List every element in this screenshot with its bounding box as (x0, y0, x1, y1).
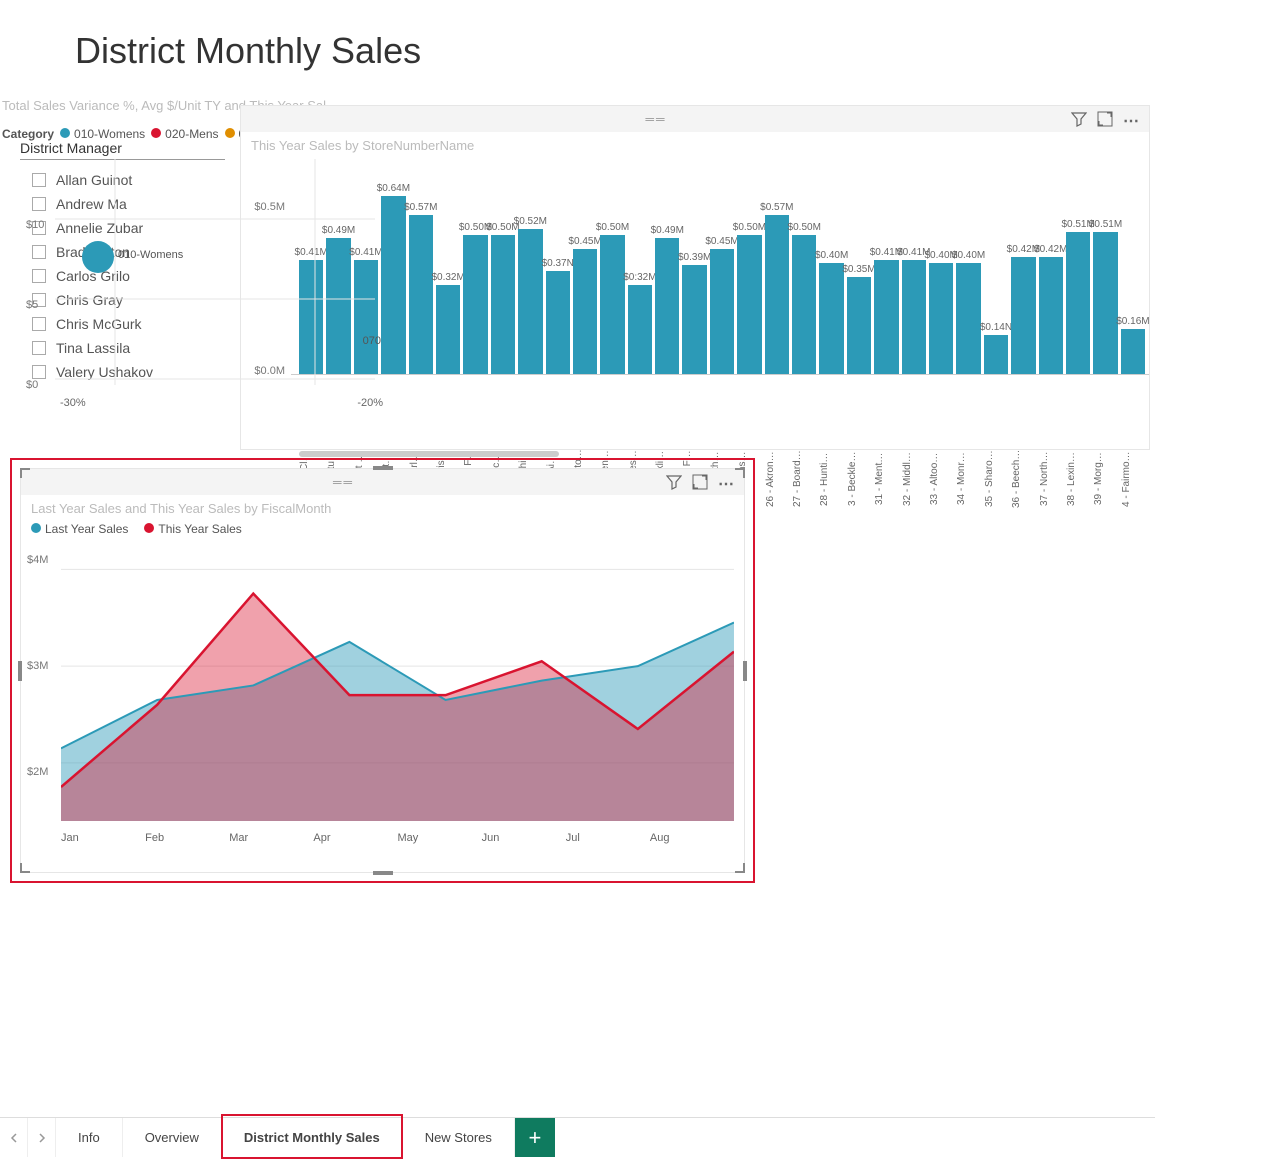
line-chart-legend[interactable]: Last Year Sales This Year Sales (21, 518, 744, 540)
line-x-label: Feb (145, 832, 229, 844)
more-options-icon[interactable]: ⋯ (718, 474, 734, 490)
resize-handle-br[interactable] (735, 863, 745, 873)
tab-active-highlight (221, 1114, 403, 1159)
line-x-label: Jan (61, 832, 145, 844)
resize-handle-top[interactable] (373, 466, 393, 470)
scatter-right-label: 070 (363, 335, 381, 347)
bar-plot-area: $0.41M$0.49M$0.41M$0.64M$0.57M$0.32M$0.5… (291, 175, 1149, 375)
bar-x-label: 27 - Board… (792, 449, 816, 509)
drag-handle[interactable]: ══ (241, 112, 1071, 126)
filter-icon[interactable] (1071, 111, 1087, 127)
scatter-plot-area: Avg $/Unit TY $10 $5 $0 010-Womens 070 -… (0, 149, 383, 409)
line-svg (61, 540, 734, 821)
bar-column[interactable]: $0.37N (546, 271, 570, 374)
more-options-icon[interactable]: ⋯ (1123, 111, 1139, 127)
bar-column[interactable]: $0.57M (765, 215, 789, 374)
bar-column[interactable]: $0.45M (573, 249, 597, 374)
focus-mode-icon[interactable] (1097, 111, 1113, 127)
tab-new-stores[interactable]: New Stores (403, 1118, 515, 1157)
resize-handle-bottom[interactable] (373, 871, 393, 875)
line-x-label: Jul (566, 832, 650, 844)
bar-column[interactable]: $0.51M (1066, 232, 1090, 374)
bar-column[interactable]: $0.50M (737, 235, 761, 374)
drag-handle[interactable]: ══ (21, 475, 666, 489)
bar-x-label: 35 - Sharo… (984, 449, 1008, 509)
horizontal-scrollbar[interactable] (299, 451, 559, 457)
bar-column[interactable]: $0.40M (956, 263, 980, 374)
bar-column[interactable]: $0.45M (710, 249, 734, 374)
tab-nav-prev[interactable] (0, 1118, 28, 1157)
visual-header[interactable]: ══ ⋯ (21, 469, 744, 495)
bar-column[interactable]: $0:32M (628, 285, 652, 374)
resize-handle-tl[interactable] (20, 468, 30, 478)
scatter-bubble-010-womens[interactable] (82, 241, 114, 273)
bar-x-label: 36 - Beech… (1011, 449, 1035, 509)
visual-header[interactable]: ══ ⋯ (241, 106, 1149, 132)
bar-column[interactable]: $0.41M (902, 260, 926, 374)
add-page-button[interactable]: + (515, 1118, 555, 1157)
line-plot-area: $4M $3M $2M JanFebMarAprMayJunJulAug (21, 540, 744, 850)
tab-info[interactable]: Info (56, 1118, 123, 1157)
bar-x-label: 26 - Akron… (765, 449, 789, 509)
bar-column[interactable]: $0.51M (1093, 232, 1117, 374)
tab-overview[interactable]: Overview (123, 1118, 222, 1157)
bar-column[interactable]: $0.14N (984, 335, 1008, 374)
bar-column[interactable]: $0.40M (929, 263, 953, 374)
scatter-xtick: -20% (357, 397, 383, 409)
line-x-label: Jun (482, 832, 566, 844)
line-chart-title: Last Year Sales and This Year Sales by F… (21, 495, 744, 518)
line-x-label: Apr (313, 832, 397, 844)
bar-x-label: 39 - Morg… (1093, 449, 1117, 509)
scatter-bubble-label: 010-Womens (118, 249, 183, 261)
bar-column[interactable]: $0.35M (847, 277, 871, 375)
bar-x-label: 38 - Lexin… (1066, 449, 1090, 509)
resize-handle-right[interactable] (743, 661, 747, 681)
resize-handle-left[interactable] (18, 661, 22, 681)
bar-column[interactable]: $0.64M (381, 196, 405, 374)
focus-mode-icon[interactable] (692, 474, 708, 490)
bar-column[interactable]: $0.40M (819, 263, 843, 374)
bar-column[interactable]: $0.42M (1011, 257, 1035, 374)
bar-column[interactable]: $0.16M (1121, 329, 1145, 374)
page-tab-strip: InfoOverviewDistrict Monthly SalesNew St… (0, 1117, 1155, 1157)
line-x-label: Mar (229, 832, 313, 844)
bar-x-label: 3 - Beckle… (847, 449, 871, 509)
bar-x-label: 28 - Hunti… (819, 449, 843, 509)
bar-column[interactable]: $0.50M (600, 235, 624, 374)
bar-column[interactable]: $0.50M (792, 235, 816, 374)
line-chart-visual[interactable]: ══ ⋯ Last Year Sales and This Year Sales… (20, 468, 745, 873)
bar-column[interactable]: $0.50M (491, 235, 515, 374)
bar-column[interactable]: $0.49M (655, 238, 679, 375)
bar-x-label: 37 - North… (1039, 449, 1063, 509)
bar-column[interactable]: $0.32M (436, 285, 460, 374)
bar-column[interactable]: $0.52M (518, 229, 542, 374)
legend-this-year: This Year Sales (158, 522, 241, 536)
bar-x-label: 33 - Altoo… (929, 449, 953, 509)
legend-last-year: Last Year Sales (45, 522, 128, 536)
bar-column[interactable]: $0.57M (409, 215, 433, 374)
resize-handle-bl[interactable] (20, 863, 30, 873)
scatter-xtick: -30% (60, 397, 86, 409)
line-x-label: Aug (650, 832, 734, 844)
bar-x-label: 4 - Fairmo… (1121, 449, 1145, 509)
bar-column[interactable]: $0.39M (682, 265, 706, 374)
tab-district-monthly-sales[interactable]: District Monthly Sales (222, 1118, 403, 1157)
bar-column[interactable]: $0.42M (1039, 257, 1063, 374)
bar-column[interactable]: $0.50M (463, 235, 487, 374)
bar-x-label: 32 - Middl… (902, 449, 926, 509)
tab-nav-next[interactable] (28, 1118, 56, 1157)
resize-handle-tr[interactable] (735, 468, 745, 478)
bar-column[interactable]: $0.41M (874, 260, 898, 374)
filter-icon[interactable] (666, 474, 682, 490)
bar-x-label: 31 - Ment… (874, 449, 898, 509)
bar-x-label: 34 - Monr… (956, 449, 980, 509)
line-x-label: May (398, 832, 482, 844)
